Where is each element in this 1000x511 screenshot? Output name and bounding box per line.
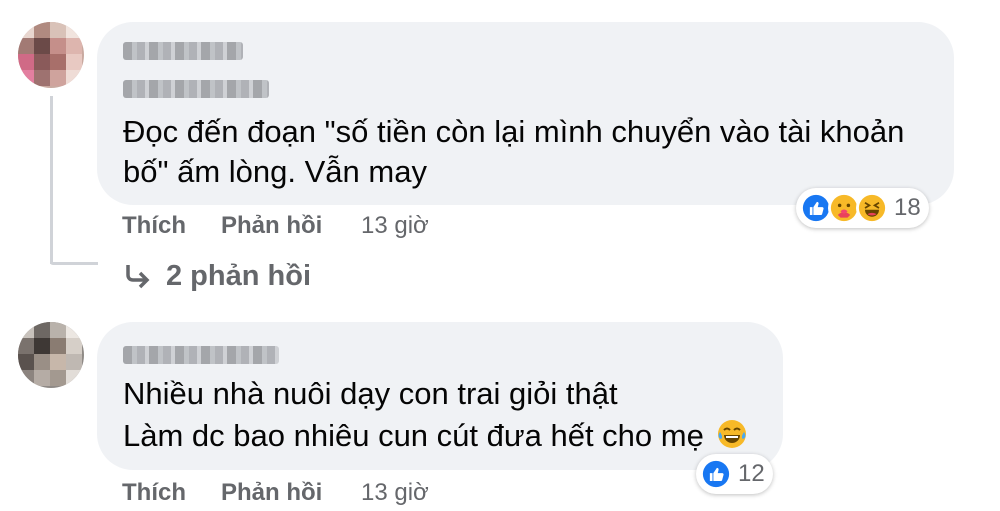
- commenter-subtitle-redacted: [123, 80, 269, 98]
- reply-button[interactable]: Phản hồi: [221, 212, 322, 240]
- comment-bubble: Đọc đến đoạn "số tiền còn lại mình chuyể…: [97, 22, 954, 205]
- reaction-count: 12: [738, 460, 765, 487]
- like-icon: [700, 458, 732, 490]
- thread-line-corner: [50, 262, 98, 265]
- replies-count-label: 2 phản hồi: [166, 260, 311, 292]
- commenter-name-redacted[interactable]: [123, 42, 243, 60]
- haha-icon: [856, 192, 888, 224]
- comment-text-line: Đọc đến đoạn "số tiền còn lại mình chuyể…: [123, 114, 905, 149]
- thread-line-vertical: [50, 96, 53, 264]
- commenter-name-redacted[interactable]: [123, 346, 279, 364]
- tears-of-joy-icon: [718, 420, 747, 448]
- reaction-summary[interactable]: 12: [696, 454, 773, 494]
- comment-timestamp[interactable]: 13 giờ: [361, 479, 429, 507]
- like-button[interactable]: Thích: [122, 212, 186, 240]
- comment-text-line: Làm dc bao nhiêu cun cút đưa hết cho mẹ: [123, 418, 704, 453]
- like-button[interactable]: Thích: [122, 479, 186, 507]
- comment-timestamp[interactable]: 13 giờ: [361, 212, 429, 240]
- reply-button[interactable]: Phản hồi: [221, 479, 322, 507]
- comment-text-line: Nhiều nhà nuôi dạy con trai giỏi thật: [123, 376, 618, 411]
- comment-text-line-with-emoji: Làm dc bao nhiêu cun cút đưa hết cho mẹ: [123, 414, 748, 458]
- comment-text-line: bố" ấm lòng. Vẫn may: [123, 154, 427, 189]
- reply-arrow-icon: [126, 264, 150, 288]
- comment-bubble: Nhiều nhà nuôi dạy con trai giỏi thật Là…: [97, 322, 783, 470]
- commenter-avatar[interactable]: [18, 22, 84, 88]
- view-replies-button[interactable]: 2 phản hồi: [122, 260, 311, 293]
- reaction-count: 18: [894, 194, 921, 221]
- reaction-summary[interactable]: 18: [796, 188, 929, 228]
- commenter-avatar[interactable]: [18, 322, 84, 388]
